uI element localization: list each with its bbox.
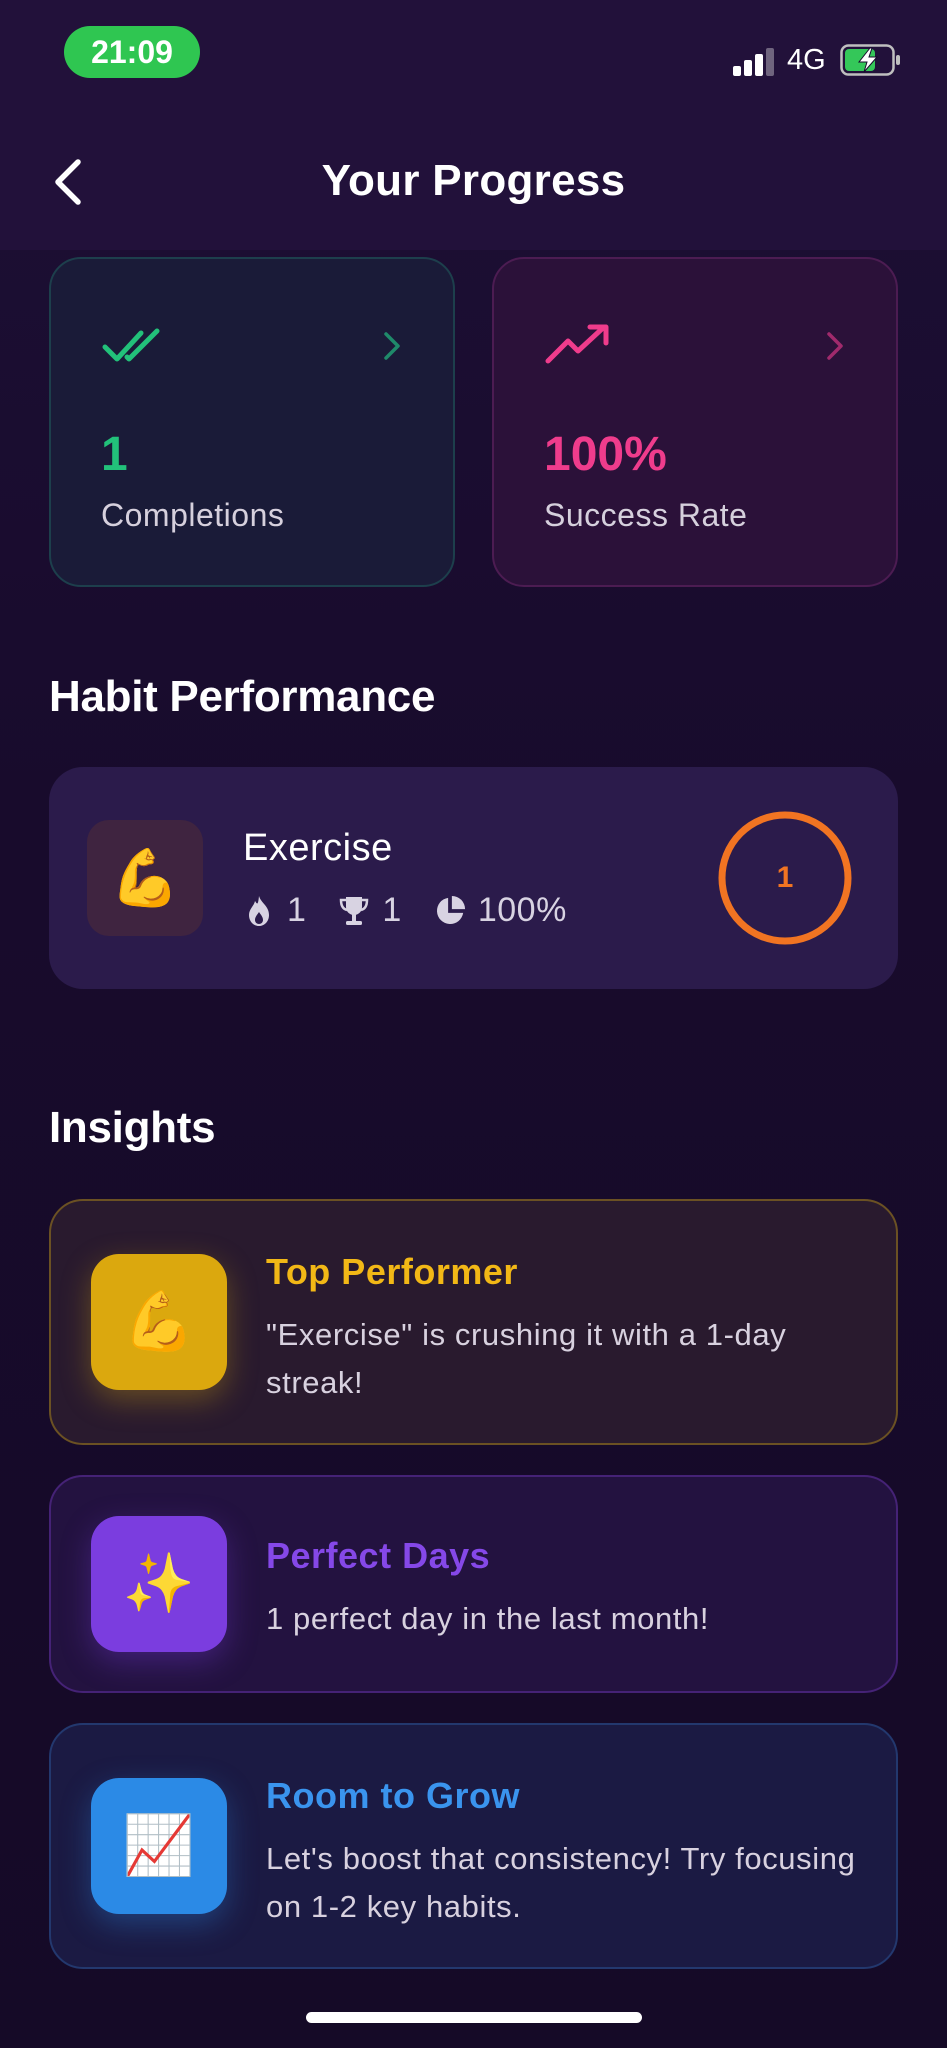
completions-label: Completions xyxy=(101,497,285,533)
network-label: 4G xyxy=(787,44,826,76)
insight-text: Let's boost that consistency! Try focusi… xyxy=(266,1841,856,1924)
trending-up-icon xyxy=(545,324,609,364)
sparkles-icon: ✨ xyxy=(91,1516,227,1652)
habit-best: 1 xyxy=(338,891,401,930)
header: 21:09 4G Your Progress xyxy=(0,0,947,250)
habit-ring-value: 1 xyxy=(776,861,794,894)
chevron-right-icon xyxy=(827,332,843,360)
completions-card[interactable]: 1 Completions xyxy=(49,257,455,587)
pie-chart-icon xyxy=(436,895,465,924)
success-rate-card[interactable]: 100% Success Rate xyxy=(492,257,898,587)
completions-value: 1 xyxy=(101,428,128,481)
habit-name: Exercise xyxy=(243,827,393,869)
battery-charging-icon xyxy=(840,44,900,76)
habit-performance-title: Habit Performance xyxy=(49,672,436,721)
trophy-icon xyxy=(340,896,369,925)
habit-streak-value: 1 xyxy=(287,891,307,929)
habit-card-exercise[interactable]: 💪 Exercise 1 1 100% 1 xyxy=(49,767,898,989)
insight-perfect-days: ✨ Perfect Days 1 perfect day in the last… xyxy=(49,1475,898,1693)
progress-screen: 21:09 4G Your Progress 1 Completions 100… xyxy=(0,0,947,2048)
habit-rate: 100% xyxy=(434,891,567,930)
success-rate-label: Success Rate xyxy=(544,497,748,533)
status-time: 21:09 xyxy=(64,26,200,78)
double-check-icon xyxy=(102,328,160,362)
habit-rate-value: 100% xyxy=(477,891,567,929)
insight-room-to-grow: 📈 Room to Grow Let's boost that consiste… xyxy=(49,1723,898,1969)
home-indicator[interactable] xyxy=(306,2012,642,2023)
insight-text: 1 perfect day in the last month! xyxy=(266,1601,710,1636)
chart-increasing-icon: 📈 xyxy=(91,1778,227,1914)
insight-text: "Exercise" is crushing it with a 1-day s… xyxy=(266,1317,787,1400)
insights-title: Insights xyxy=(49,1103,216,1152)
success-rate-value: 100% xyxy=(544,428,667,481)
flexed-biceps-icon: 💪 xyxy=(91,1254,227,1390)
habit-emoji: 💪 xyxy=(87,820,203,936)
flame-icon xyxy=(249,895,269,926)
insight-title: Room to Grow xyxy=(266,1775,520,1816)
page-title: Your Progress xyxy=(321,156,626,205)
chevron-right-icon xyxy=(384,332,400,360)
status-bar: 21:09 4G xyxy=(0,0,947,110)
insight-title: Perfect Days xyxy=(266,1535,491,1576)
signal-icon xyxy=(733,46,777,76)
habit-best-value: 1 xyxy=(382,891,402,929)
insight-title: Top Performer xyxy=(266,1251,518,1292)
habit-streak: 1 xyxy=(243,891,306,930)
habit-stats: 1 1 100% xyxy=(243,891,599,930)
insight-top-performer: 💪 Top Performer "Exercise" is crushing i… xyxy=(49,1199,898,1445)
